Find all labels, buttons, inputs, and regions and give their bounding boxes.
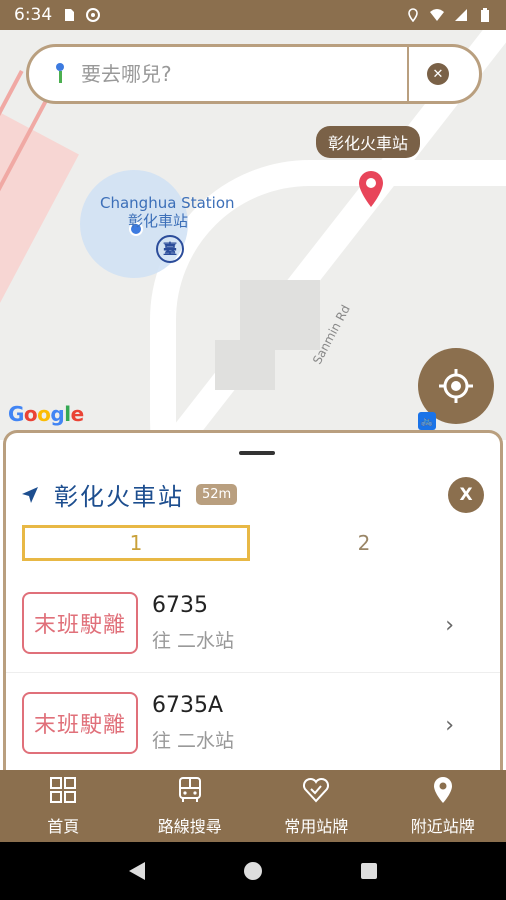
- station-name-en: Changhua Station: [100, 194, 235, 212]
- bottom-nav: 首頁 路線搜尋 常用站牌 附近站牌: [0, 770, 506, 842]
- google-logo-letter: o: [23, 402, 38, 426]
- nav-home[interactable]: 首頁: [0, 770, 127, 842]
- close-icon[interactable]: ✕: [427, 63, 449, 85]
- crosshair-icon: [439, 369, 473, 403]
- stop-name: 彰化火車站: [54, 483, 184, 511]
- status-bar: 6:34: [0, 0, 506, 30]
- sd-card-icon: [65, 9, 75, 21]
- chevron-right-icon: ›: [445, 613, 454, 638]
- nav-label: 路線搜尋: [157, 817, 222, 836]
- status-badge: 末班駛離: [22, 591, 138, 654]
- bike-icon: 🚲: [418, 412, 436, 430]
- station-label: Changhua Station 彰化車站: [100, 194, 235, 230]
- sync-icon: [86, 8, 101, 22]
- building: [215, 340, 275, 390]
- drag-handle[interactable]: [239, 451, 275, 455]
- route-destination: 往 二水站: [152, 629, 235, 652]
- station-name-zh: 彰化車站: [128, 212, 189, 230]
- tab-bar: 1 2: [22, 525, 492, 561]
- route-list: 末班駛離 6735 往 二水站 › 末班駛離 6735A 往 二水站 ›: [6, 573, 500, 770]
- stop-bottom-sheet: 彰化火車站 52m X 1 2 末班駛離 6735 往 二水站 › 末班駛離 6…: [3, 430, 503, 770]
- route-row[interactable]: 末班駛離 6735 往 二水站 ›: [6, 573, 500, 673]
- rail-area: [0, 70, 79, 440]
- system-nav-bar: [0, 842, 506, 900]
- nav-route-search[interactable]: 路線搜尋: [127, 770, 254, 842]
- close-sheet-button[interactable]: X: [448, 477, 484, 513]
- map-marker-icon[interactable]: [357, 170, 385, 208]
- heart-icon: [303, 777, 330, 803]
- grid-icon: [50, 777, 77, 803]
- search-divider: [407, 47, 409, 101]
- search-input[interactable]: [81, 54, 401, 94]
- location-icon: [408, 8, 418, 22]
- google-logo-letter: G: [8, 402, 24, 426]
- poi-label[interactable]: 彰化火車站: [316, 126, 421, 158]
- google-logo-letter: o: [37, 402, 51, 426]
- tab-1[interactable]: 1: [22, 525, 250, 561]
- wifi-icon: [430, 9, 444, 21]
- back-icon[interactable]: [129, 862, 146, 880]
- route-row[interactable]: 末班駛離 6735A 往 二水站 ›: [6, 673, 500, 770]
- status-time: 6:34: [14, 5, 53, 25]
- nav-label: 首頁: [47, 817, 80, 836]
- battery-icon: [481, 8, 489, 22]
- nav-label: 常用站牌: [284, 817, 349, 836]
- navigation-arrow-icon: [22, 486, 38, 503]
- google-logo: Google: [8, 402, 84, 426]
- bus-icon: [178, 777, 201, 802]
- route-number: 6735A: [152, 692, 224, 718]
- railway-icon[interactable]: 臺: [156, 235, 184, 263]
- google-logo-letter: g: [50, 402, 65, 426]
- route-number: 6735: [152, 592, 208, 618]
- street-view-pin-icon[interactable]: [53, 63, 67, 85]
- map-view[interactable]: Changhua Station 彰化車站 臺 Sanmin Rd ✕ 彰化火車…: [0, 30, 506, 440]
- google-logo-letter: e: [70, 402, 85, 426]
- chevron-right-icon: ›: [445, 713, 454, 738]
- nav-label: 附近站牌: [410, 817, 475, 836]
- distance-badge: 52m: [196, 484, 238, 505]
- nav-nearby[interactable]: 附近站牌: [380, 770, 506, 842]
- nav-favorites[interactable]: 常用站牌: [253, 770, 380, 842]
- location-pin-icon: [433, 777, 452, 803]
- search-bar: ✕: [26, 44, 482, 104]
- home-icon[interactable]: [243, 862, 262, 880]
- status-badge: 末班駛離: [22, 691, 138, 754]
- signal-icon: [455, 9, 467, 21]
- recents-icon[interactable]: [360, 863, 377, 879]
- route-info: 6735 往 二水站: [152, 593, 234, 653]
- route-destination: 往 二水站: [152, 729, 235, 752]
- tab-2[interactable]: 2: [250, 525, 478, 561]
- route-info: 6735A 往 二水站: [152, 693, 234, 753]
- stop-header: 彰化火車站 52m: [20, 477, 238, 512]
